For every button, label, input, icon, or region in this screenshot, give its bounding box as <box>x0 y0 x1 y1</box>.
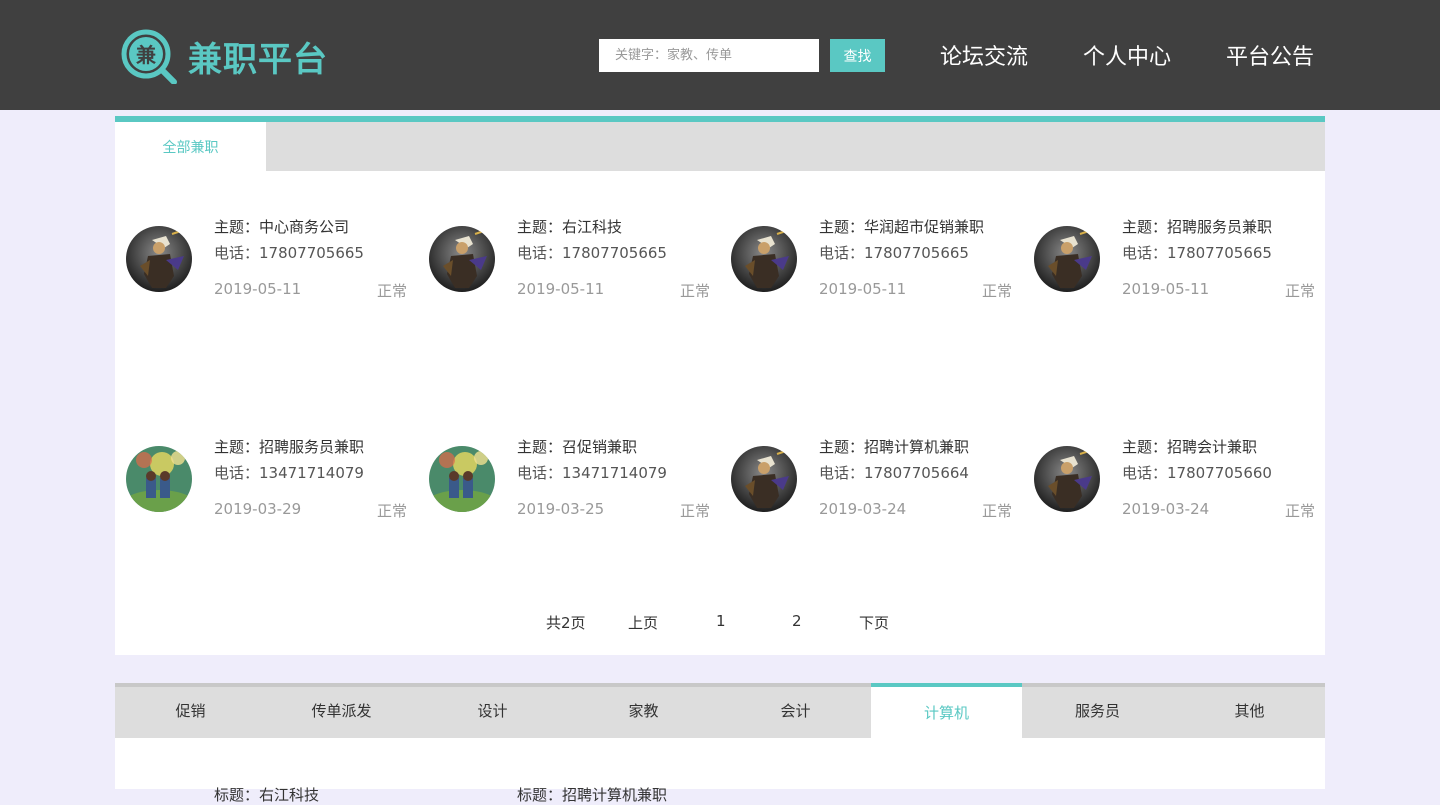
warrior-avatar-icon[interactable] <box>731 446 797 512</box>
job-status: 正常 <box>679 282 710 300</box>
logo-glyph: 兼 <box>136 43 157 67</box>
job-title[interactable]: 主题：招聘会计兼职 <box>1122 436 1257 457</box>
warrior-avatar-icon[interactable] <box>126 226 192 292</box>
category-list-item-title[interactable]: 标题：右江科技 <box>214 784 319 805</box>
category-tab-accounting[interactable]: 会计 <box>720 683 871 738</box>
job-title[interactable]: 主题：右江科技 <box>517 216 622 237</box>
warrior-avatar-icon[interactable] <box>1034 226 1100 292</box>
job-status: 正常 <box>1284 282 1315 300</box>
job-status: 正常 <box>376 282 407 300</box>
job-title[interactable]: 主题：华润超市促销兼职 <box>819 216 984 237</box>
pagination-page-2[interactable]: 2 <box>792 612 802 630</box>
category-list-item-title[interactable]: 标题：招聘计算机兼职 <box>517 784 667 805</box>
job-date: 2019-03-24 <box>819 500 907 518</box>
category-tab-other[interactable]: 其他 <box>1174 683 1325 738</box>
job-phone: 电话：17807705660 <box>1122 464 1272 482</box>
nav-personal-center[interactable]: 个人中心 <box>1083 39 1171 71</box>
nav-forum[interactable]: 论坛交流 <box>940 39 1028 71</box>
job-status: 正常 <box>679 502 710 520</box>
job-date: 2019-03-25 <box>517 500 605 518</box>
job-status: 正常 <box>981 282 1012 300</box>
pagination-prev[interactable]: 上页 <box>628 612 658 633</box>
job-card[interactable]: 主题：中心商务公司 电话：17807705665 2019-05-11 正常 <box>126 218 416 316</box>
search-input[interactable] <box>599 39 819 72</box>
category-tab-design[interactable]: 设计 <box>417 683 568 738</box>
job-card[interactable]: 主题：华润超市促销兼职 电话：17807705665 2019-05-11 正常 <box>731 218 1021 316</box>
nav-announcements[interactable]: 平台公告 <box>1226 39 1314 71</box>
warrior-avatar-icon[interactable] <box>731 226 797 292</box>
category-tab-tutoring[interactable]: 家教 <box>568 683 719 738</box>
job-date: 2019-03-24 <box>1122 500 1210 518</box>
category-tab-flyers[interactable]: 传单派发 <box>266 683 417 738</box>
job-phone: 电话：17807705665 <box>517 244 667 262</box>
job-card[interactable]: 主题：召促销兼职电话：13471714079 2019-03-25 正常 <box>429 438 719 536</box>
tab-bar <box>115 122 1325 171</box>
job-card[interactable]: 主题：招聘会计兼职 电话：17807705660 2019-03-24 正常 <box>1034 438 1324 536</box>
category-tab-waiter[interactable]: 服务员 <box>1022 683 1173 738</box>
logo-text: 兼职平台 <box>188 39 328 80</box>
job-title[interactable]: 主题：招聘服务员兼职 <box>214 436 364 457</box>
pagination-next[interactable]: 下页 <box>859 612 889 633</box>
job-phone: 电话：17807705665 <box>214 244 364 262</box>
job-title[interactable]: 主题：中心商务公司 <box>214 216 349 237</box>
job-date: 2019-05-11 <box>214 280 302 298</box>
warrior-avatar-icon[interactable] <box>1034 446 1100 512</box>
job-card[interactable]: 主题：招聘计算机兼职 电话：17807705664 2019-03-24 正常 <box>731 438 1021 536</box>
site-logo[interactable]: 兼 兼职平台 <box>120 28 328 85</box>
job-card[interactable]: 主题：招聘服务员兼职 电话：17807705665 2019-05-11 正常 <box>1034 218 1324 316</box>
job-status: 正常 <box>981 502 1012 520</box>
top-header: 兼 兼职平台 查找 论坛交流 个人中心 平台公告 <box>0 0 1440 110</box>
job-card[interactable]: 主题：招聘服务员兼职 电话：13471714079 2019-03-29 正常 <box>126 438 416 536</box>
job-date: 2019-05-11 <box>1122 280 1210 298</box>
pagination-page-1[interactable]: 1 <box>716 612 726 630</box>
job-status: 正常 <box>1284 502 1315 520</box>
job-title[interactable]: 主题：召促销兼职 <box>517 436 637 457</box>
job-phone: 电话：13471714079 <box>517 464 667 482</box>
job-phone: 电话：17807705664 <box>819 464 969 482</box>
logo-magnifier-icon: 兼 <box>120 28 178 85</box>
category-panel: 促销 传单派发 设计 家教 会计 计算机 服务员 其他 标题：右江科技 标题：招… <box>115 683 1325 804</box>
tab-all-jobs[interactable]: 全部兼职 <box>115 122 266 171</box>
job-title[interactable]: 主题：招聘服务员兼职 <box>1122 216 1272 237</box>
job-phone: 电话：17807705665 <box>1122 244 1272 262</box>
job-title[interactable]: 主题：招聘计算机兼职 <box>819 436 969 457</box>
warrior-avatar-icon[interactable] <box>429 226 495 292</box>
job-card[interactable]: 主题：右江科技电话：17807705665 2019-05-11 正常 <box>429 218 719 316</box>
search-button[interactable]: 查找 <box>830 39 885 72</box>
jobs-panel: 全部兼职 <box>115 116 1325 655</box>
category-tab-promotion[interactable]: 促销 <box>115 683 266 738</box>
job-date: 2019-05-11 <box>819 280 907 298</box>
job-phone: 电话：17807705665 <box>819 244 969 262</box>
job-date: 2019-03-29 <box>214 500 302 518</box>
job-date: 2019-05-11 <box>517 280 605 298</box>
job-phone: 电话：13471714079 <box>214 464 364 482</box>
job-status: 正常 <box>376 502 407 520</box>
category-tab-computer[interactable]: 计算机 <box>871 683 1022 738</box>
pagination-total: 共2页 <box>546 614 586 632</box>
fireworks-avatar-icon[interactable] <box>126 446 192 512</box>
fireworks-avatar-icon[interactable] <box>429 446 495 512</box>
